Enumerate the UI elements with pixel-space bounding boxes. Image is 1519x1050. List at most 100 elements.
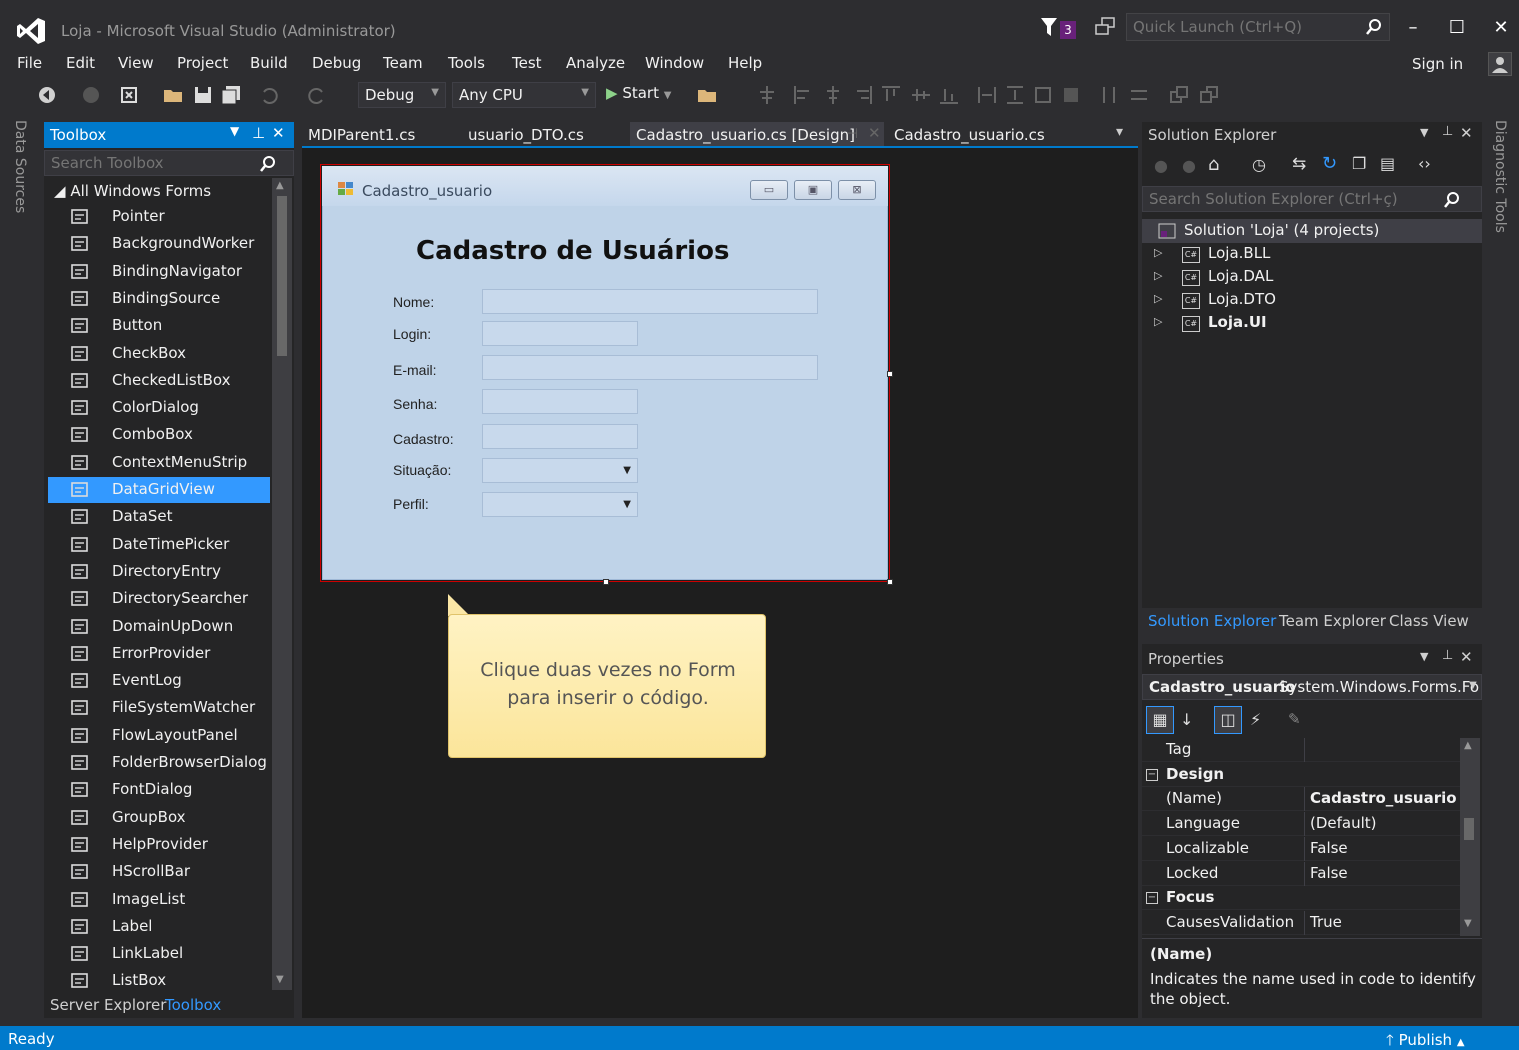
scroll-thumb[interactable]	[1464, 818, 1474, 840]
menu-edit[interactable]: Edit	[66, 54, 95, 72]
toolbox-item[interactable]: ListBox	[48, 968, 270, 990]
maximize-button[interactable]: ☐	[1442, 14, 1472, 42]
sync-icon[interactable]: ⇆	[1292, 154, 1306, 174]
property-pages-icon[interactable]: ✎	[1288, 710, 1301, 728]
collapse-all-icon[interactable]: ❐	[1352, 154, 1366, 173]
properties-object-selector[interactable]: Cadastro_usuario System.Windows.Forms.Fo…	[1142, 674, 1482, 700]
notifications-button[interactable]: 3	[1040, 16, 1084, 42]
server-explorer-tab[interactable]: Server Explorer	[50, 996, 166, 1014]
save-all-icon[interactable]	[220, 84, 242, 106]
toolbox-search[interactable]	[44, 150, 294, 176]
back-icon[interactable]: ●	[1154, 156, 1168, 175]
pin-icon[interactable]: ⊥	[1442, 648, 1453, 663]
toolbox-item[interactable]: ComboBox	[48, 422, 270, 448]
properties-view-icon[interactable]: ◫	[1214, 706, 1242, 734]
menu-team[interactable]: Team	[383, 54, 423, 72]
toolbox-item[interactable]: BackgroundWorker	[48, 231, 270, 257]
quick-launch-box[interactable]	[1126, 13, 1390, 41]
bring-to-front-icon[interactable]	[1168, 84, 1190, 106]
close-icon[interactable]: ✕	[1460, 648, 1473, 666]
toolbox-item[interactable]: DirectoryEntry	[48, 559, 270, 585]
toolbox-search-input[interactable]	[51, 154, 251, 172]
toolbox-item[interactable]: ContextMenuStrip	[48, 450, 270, 476]
resize-handle-corner[interactable]	[887, 579, 893, 585]
combobox-perfil[interactable]: ▼	[482, 492, 638, 517]
pending-changes-icon[interactable]: ◷	[1252, 155, 1266, 174]
open-file-icon[interactable]	[162, 84, 184, 106]
toolbox-item[interactable]: DomainUpDown	[48, 614, 270, 640]
minimize-button[interactable]: –	[1398, 14, 1428, 42]
scroll-down-icon[interactable]: ▼	[276, 974, 284, 985]
form-minimize-button[interactable]: ▭	[750, 180, 788, 200]
pin-icon[interactable]: ⊥	[1442, 124, 1453, 139]
close-window-button[interactable]: ✕	[1486, 14, 1516, 42]
chevron-down-icon[interactable]: ▼	[1420, 650, 1428, 663]
resize-handle-right[interactable]	[887, 371, 893, 377]
menu-tools[interactable]: Tools	[448, 54, 485, 72]
toolbox-item[interactable]: DataGridView	[48, 477, 270, 503]
property-value[interactable]: Cadastro_usuario	[1310, 789, 1457, 807]
align-bottoms-icon[interactable]	[938, 84, 960, 106]
new-project-icon[interactable]	[118, 84, 140, 106]
collapse-box-icon[interactable]: −	[1146, 768, 1158, 781]
property-value[interactable]: True	[1310, 913, 1342, 931]
toolbox-item[interactable]: BindingNavigator	[48, 259, 270, 285]
menu-test[interactable]: Test	[512, 54, 542, 72]
undo-icon[interactable]	[258, 84, 280, 106]
toolbox-item[interactable]: HelpProvider	[48, 832, 270, 858]
scroll-up-icon[interactable]: ▲	[1464, 740, 1472, 751]
textbox-login[interactable]	[482, 321, 638, 346]
chevron-down-icon[interactable]: ▼	[230, 124, 239, 138]
menu-analyze[interactable]: Analyze	[566, 54, 625, 72]
align-tops-icon[interactable]	[880, 84, 902, 106]
redo-icon[interactable]	[306, 84, 328, 106]
tab-class-view[interactable]: Class View	[1389, 612, 1469, 630]
pin-tab-icon[interactable]: ⊣	[846, 126, 858, 142]
menu-help[interactable]: Help	[728, 54, 762, 72]
publish-button[interactable]: 🡑 Publish ▲	[1386, 1030, 1465, 1050]
home-icon[interactable]: ⌂	[1208, 154, 1219, 175]
navigate-back-icon[interactable]	[36, 84, 58, 106]
data-sources-tab[interactable]: Data Sources	[12, 120, 28, 213]
form-maximize-button[interactable]: ▣	[794, 180, 832, 200]
menu-file[interactable]: File	[17, 54, 42, 72]
events-icon[interactable]: ⚡	[1250, 710, 1261, 729]
property-row[interactable]: CausesValidation True	[1142, 910, 1460, 935]
categorized-icon[interactable]: ▦	[1146, 706, 1174, 734]
account-icon[interactable]	[1488, 52, 1512, 76]
expand-arrow-icon[interactable]: ▷	[1154, 269, 1162, 282]
tab-cadastro-usuario-design[interactable]: Cadastro_usuario.cs [Design]	[636, 126, 855, 144]
quick-launch-input[interactable]	[1133, 17, 1358, 37]
tab-solution-explorer[interactable]: Solution Explorer	[1148, 612, 1276, 630]
send-to-back-icon[interactable]	[1198, 84, 1220, 106]
align-to-grid-icon[interactable]	[756, 84, 778, 106]
textbox-nome[interactable]	[482, 289, 818, 314]
toolbox-item[interactable]: HScrollBar	[48, 859, 270, 885]
expand-arrow-icon[interactable]: ▷	[1154, 292, 1162, 305]
property-value[interactable]: (Default)	[1310, 814, 1377, 832]
align-rights-icon[interactable]	[852, 84, 874, 106]
start-debugging-button[interactable]: ▶ Start ▼	[606, 84, 671, 106]
solution-platform-select[interactable]: Any CPU ▼	[452, 82, 596, 108]
textbox-senha[interactable]	[482, 389, 638, 414]
align-middles-icon[interactable]	[910, 84, 932, 106]
navigate-forward-icon[interactable]	[80, 84, 102, 106]
pin-icon[interactable]: ⊥	[252, 124, 265, 142]
tab-dropdown-icon[interactable]: ▾	[1116, 124, 1123, 140]
expand-arrow-icon[interactable]: ▷	[1154, 246, 1162, 259]
scroll-up-icon[interactable]: ▲	[276, 180, 284, 191]
property-row[interactable]: Tag	[1142, 738, 1460, 762]
expand-arrow-icon[interactable]: ▷	[1154, 315, 1162, 328]
toolbox-item[interactable]: Label	[48, 914, 270, 940]
tab-usuario-dto[interactable]: usuario_DTO.cs	[468, 126, 584, 144]
menu-view[interactable]: View	[118, 54, 154, 72]
menu-debug[interactable]: Debug	[312, 54, 361, 72]
align-centers-icon[interactable]	[822, 84, 844, 106]
chevron-down-icon[interactable]: ▼	[1420, 126, 1428, 139]
make-same-width-icon[interactable]	[976, 84, 998, 106]
find-in-files-icon[interactable]	[696, 84, 718, 106]
toolbox-item[interactable]: FlowLayoutPanel	[48, 723, 270, 749]
menu-build[interactable]: Build	[250, 54, 288, 72]
combobox-situacao[interactable]: ▼	[482, 458, 638, 483]
textbox-email[interactable]	[482, 355, 818, 380]
